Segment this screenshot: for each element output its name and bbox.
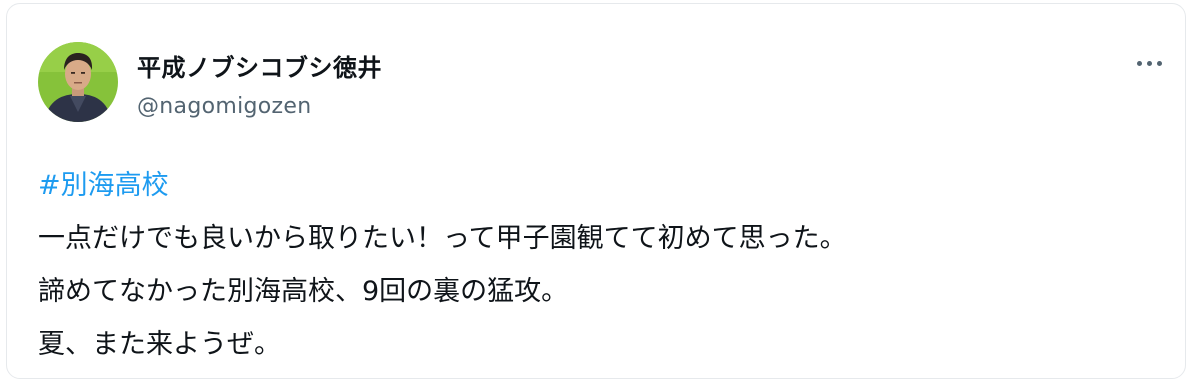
hashtag-link[interactable]: #別海高校 xyxy=(38,170,169,201)
tweet-card[interactable]: 平成ノブシコブシ徳井 @nagomigozen #別海高校 一点だけでも良いから… xyxy=(6,3,1186,379)
user-avatar-photo-icon xyxy=(38,42,118,122)
more-dots-icon xyxy=(1136,60,1142,66)
more-options-button[interactable] xyxy=(1129,46,1169,80)
author-display-name[interactable]: 平成ノブシコブシ徳井 xyxy=(137,48,382,83)
tweet-line: 諦めてなかった別海高校、9回の裏の猛攻。 xyxy=(38,276,569,307)
tweet-line: 夏、また来ようぜ。 xyxy=(38,329,281,360)
author-handle[interactable]: @nagomigozen xyxy=(137,94,311,119)
tweet-text: #別海高校 一点だけでも良いから取りたい！って甲子園観てて初めて思った。 諦めて… xyxy=(38,159,1158,371)
tweet-line: 一点だけでも良いから取りたい！って甲子園観てて初めて思った。 xyxy=(38,223,847,254)
more-dots-icon xyxy=(1156,60,1162,66)
more-dots-icon xyxy=(1146,60,1152,66)
author-avatar[interactable] xyxy=(38,42,118,122)
